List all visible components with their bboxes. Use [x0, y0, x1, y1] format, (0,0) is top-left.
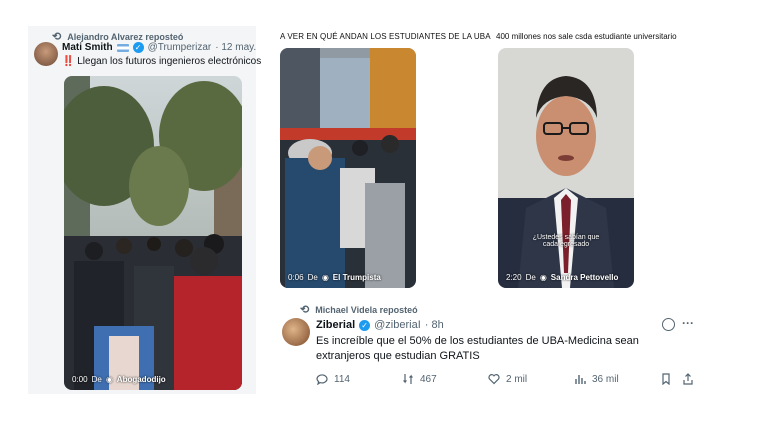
- video-subtitle: ¿Ustedes sabían que cada egresado: [532, 234, 600, 248]
- bookmark-icon: [662, 373, 670, 385]
- share-button[interactable]: [682, 373, 694, 385]
- post-date[interactable]: · 8h: [425, 319, 444, 331]
- video-from-label: De: [525, 273, 536, 282]
- reply-button[interactable]: 114: [316, 373, 350, 385]
- avatar[interactable]: [34, 42, 58, 66]
- video-meta: 2:20 De ◉ Sandra Pettovello: [506, 273, 618, 282]
- author-row: Mati Smith ✓ @Trumperizar · 12 may.: [62, 42, 256, 53]
- views-button[interactable]: 36 mil: [574, 373, 619, 385]
- repost-by-text: Michael Videla reposteó: [315, 304, 418, 315]
- repost-by-text: Alejandro Alvarez reposteó: [67, 31, 184, 42]
- reply-icon: [316, 374, 328, 385]
- more-options-icon[interactable]: ···: [682, 316, 694, 330]
- video-meta: 0:06 De ◉ El Trumpista: [288, 273, 381, 282]
- verified-icon: ✓: [132, 42, 144, 53]
- double-exclamation-icon: ‼️: [62, 56, 75, 67]
- protest-scene-image: [64, 76, 242, 390]
- source-avatar-icon: ◉: [321, 273, 329, 282]
- author-name[interactable]: Ziberial: [316, 319, 355, 331]
- flag-icon: [116, 43, 129, 52]
- like-button[interactable]: 2 mil: [488, 373, 527, 385]
- source-avatar-icon: ◉: [105, 375, 113, 384]
- views-icon: [575, 375, 586, 384]
- heart-icon: [488, 374, 500, 385]
- repost-icon: [403, 374, 413, 384]
- crowd-scene-image: [280, 48, 416, 288]
- video-source[interactable]: Sandra Pettovello: [551, 273, 619, 282]
- repost-count: 467: [420, 373, 437, 385]
- video-from-label: De: [91, 375, 102, 384]
- author-row: Ziberial ✓ @ziberiaI · 8h: [316, 319, 444, 331]
- caption-mid: A VER EN QUÉ ANDAN LOS ESTUDIANTES DE LA…: [280, 32, 491, 41]
- like-count: 2 mil: [506, 373, 528, 385]
- caption-right: 400 millones nos sale csda estudiante un…: [496, 32, 677, 41]
- video-from-label: De: [307, 273, 318, 282]
- post-text-line: extranjeros que estudian GRATIS: [316, 350, 480, 362]
- post-text-body: Llegan los futuros ingenieros electrónic…: [77, 56, 262, 67]
- post-text: Es increíble que el 50% de los estudiant…: [316, 334, 639, 364]
- video-time: 0:06: [288, 273, 304, 282]
- post-date[interactable]: · 12 may.: [215, 42, 256, 53]
- reply-count: 114: [334, 373, 350, 385]
- share-icon: [683, 373, 693, 385]
- source-avatar-icon: ◉: [539, 273, 547, 282]
- video-player-right[interactable]: ¿Ustedes sabían que cada egresado 2:20 D…: [498, 48, 634, 288]
- repost-button[interactable]: 467: [402, 373, 437, 385]
- post-text-line: Es increíble que el 50% de los estudiant…: [316, 335, 639, 347]
- views-count: 36 mil: [592, 373, 619, 385]
- video-player-mid[interactable]: 0:06 De ◉ El Trumpista: [280, 48, 416, 288]
- video-source[interactable]: Abogadodijo: [117, 375, 166, 384]
- repost-icon: ⟲: [52, 31, 62, 43]
- grok-icon[interactable]: [662, 318, 675, 331]
- verified-icon: ✓: [359, 319, 371, 331]
- video-meta: 0:00 De ◉ Abogadodijo: [72, 375, 166, 384]
- speaker-portrait-image: [498, 48, 634, 288]
- avatar[interactable]: [282, 318, 310, 346]
- post-text: ‼️ Llegan los futuros ingenieros electró…: [62, 56, 261, 67]
- video-player-left[interactable]: 0:00 De ◉ Abogadodijo: [64, 76, 242, 390]
- video-time: 0:00: [72, 375, 88, 384]
- video-source[interactable]: El Trumpista: [333, 273, 381, 282]
- author-handle[interactable]: @ziberiaI: [374, 319, 421, 331]
- repost-icon: ⟲: [300, 304, 310, 316]
- repost-indicator: ⟲ Michael Videla reposteó: [300, 303, 418, 316]
- bookmark-button[interactable]: [660, 373, 672, 385]
- author-name[interactable]: Mati Smith: [62, 42, 113, 53]
- video-time: 2:20: [506, 273, 522, 282]
- author-handle[interactable]: @Trumperizar: [148, 42, 212, 53]
